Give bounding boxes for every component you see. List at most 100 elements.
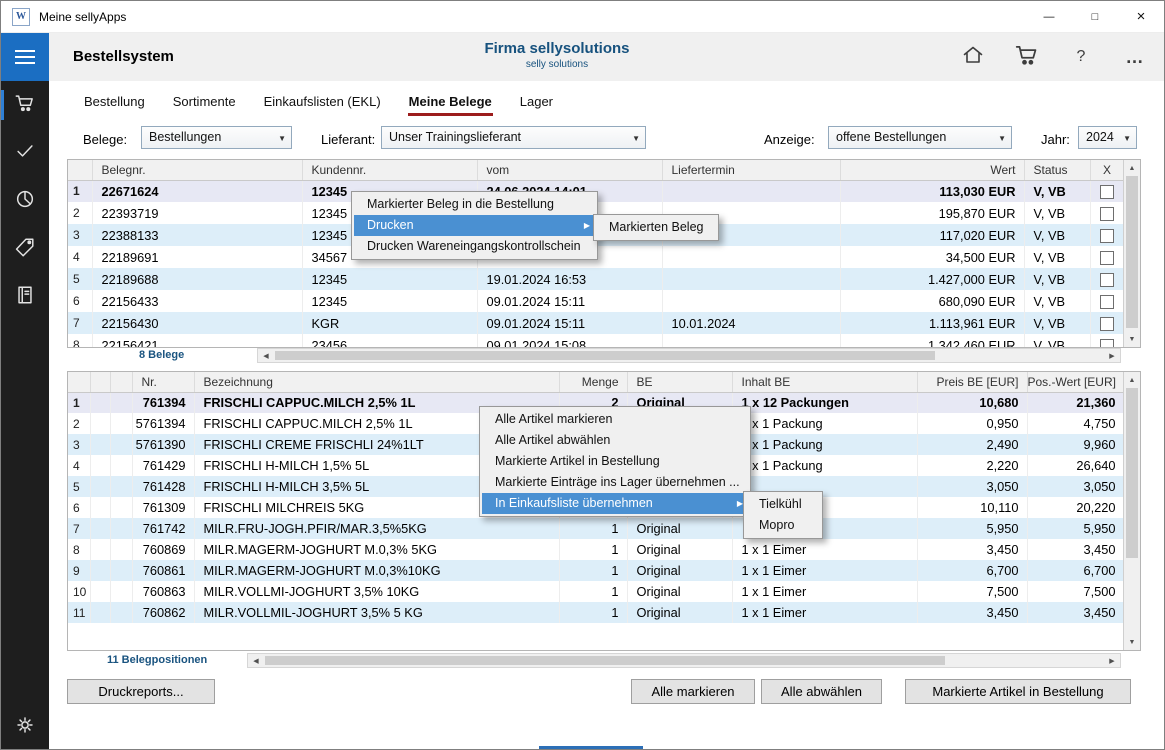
col-kundennr[interactable]: Kundennr. <box>302 160 477 180</box>
order-row[interactable]: 5 22189688 12345 19.01.2024 16:53 1.427,… <box>68 268 1123 290</box>
cell-nr: 761742 <box>132 518 194 539</box>
scroll-down-icon[interactable]: ▼ <box>1124 331 1140 347</box>
row-checkbox[interactable] <box>1100 185 1114 199</box>
ellipsis-icon: … <box>1126 47 1145 68</box>
cell-blank <box>110 539 132 560</box>
col-menge[interactable]: Menge <box>559 372 627 392</box>
cell-blank <box>110 476 132 497</box>
col-blank[interactable] <box>110 372 132 392</box>
col-status[interactable]: Status <box>1024 160 1090 180</box>
tab[interactable]: Lager <box>519 85 554 116</box>
maximize-button[interactable]: □ <box>1072 1 1118 33</box>
scrollbar-thumb[interactable] <box>265 656 945 665</box>
menu-item[interactable]: Markierten Beleg <box>596 217 716 238</box>
orders-vertical-scrollbar[interactable]: ▲ ▼ <box>1123 160 1140 347</box>
order-row[interactable]: 7 22156430 KGR 09.01.2024 15:11 10.01.20… <box>68 312 1123 334</box>
sidebar-item-bestellsystem[interactable] <box>1 81 49 129</box>
sidebar-item-statistics[interactable] <box>1 177 49 225</box>
menu-item[interactable]: Alle Artikel abwählen <box>482 430 748 451</box>
menu-item[interactable]: Alle Artikel markieren <box>482 409 748 430</box>
menu-item[interactable]: Drucken ▶ <box>354 215 595 236</box>
minimize-button[interactable]: — <box>1026 1 1072 33</box>
cart-button[interactable] <box>1000 33 1054 81</box>
tab[interactable]: Bestellung <box>83 85 146 116</box>
col-blank[interactable] <box>90 372 110 392</box>
col-pos-wert[interactable]: Pos.-Wert [EUR] <box>1027 372 1123 392</box>
scroll-left-icon[interactable]: ◀ <box>258 349 274 362</box>
tab-bar: Bestellung Sortimente Einkaufslisten (EKL)… <box>83 81 554 119</box>
menu-item[interactable]: Drucken Wareneingangskontrollschein <box>354 236 595 257</box>
home-button[interactable] <box>946 33 1000 81</box>
position-row[interactable]: 9 760861 MILR.MAGERM-JOGHURT M.0,3%10KG … <box>68 560 1123 581</box>
settings-gear-button[interactable] <box>1 705 49 749</box>
positions-horizontal-scrollbar[interactable]: ◀ ▶ <box>247 653 1121 668</box>
menu-item[interactable]: Mopro <box>746 515 820 536</box>
scrollbar-thumb[interactable] <box>1126 176 1138 328</box>
row-checkbox[interactable] <box>1100 273 1114 287</box>
col-bezeichnung[interactable]: Bezeichnung <box>194 372 559 392</box>
druckreports-button[interactable]: Druckreports... <box>67 679 215 704</box>
tab[interactable]: Meine Belege <box>408 85 493 116</box>
col-liefertermin[interactable]: Liefertermin <box>662 160 840 180</box>
col-vom[interactable]: vom <box>477 160 662 180</box>
position-row[interactable]: 8 760869 MILR.MAGERM-JOGHURT M.0,3% 5KG … <box>68 539 1123 560</box>
close-button[interactable]: × <box>1118 1 1164 33</box>
row-checkbox[interactable] <box>1100 251 1114 265</box>
tab[interactable]: Einkaufslisten (EKL) <box>263 85 382 116</box>
belege-dropdown[interactable]: Bestellungen ▼ <box>141 126 292 149</box>
alle-abwaehlen-button[interactable]: Alle abwählen <box>761 679 882 704</box>
scroll-up-icon[interactable]: ▲ <box>1124 372 1140 388</box>
scroll-up-icon[interactable]: ▲ <box>1124 160 1140 176</box>
jahr-dropdown[interactable]: 2024 ▼ <box>1078 126 1137 149</box>
col-inhalt-be[interactable]: Inhalt BE <box>732 372 917 392</box>
cell-be: Original <box>627 581 732 602</box>
help-button[interactable]: ? <box>1054 33 1108 81</box>
scroll-right-icon[interactable]: ▶ <box>1104 349 1120 362</box>
scroll-left-icon[interactable]: ◀ <box>248 654 264 667</box>
position-row[interactable]: 11 760862 MILR.VOLLMIL-JOGHURT 3,5% 5 KG… <box>68 602 1123 623</box>
menu-item[interactable]: In Einkaufsliste übernehmen ▶ <box>482 493 748 514</box>
sidebar-item-catalog[interactable] <box>1 273 49 321</box>
lieferant-dropdown[interactable]: Unser Trainingslieferant ▼ <box>381 126 646 149</box>
row-checkbox[interactable] <box>1100 207 1114 221</box>
positions-vertical-scrollbar[interactable]: ▲ ▼ <box>1123 372 1140 650</box>
col-rownum[interactable] <box>68 160 92 180</box>
more-options-button[interactable]: … <box>1108 33 1162 81</box>
col-x[interactable]: X <box>1090 160 1123 180</box>
anzeige-dropdown[interactable]: offene Bestellungen ▼ <box>828 126 1012 149</box>
row-number: 8 <box>68 539 90 560</box>
orders-horizontal-scrollbar[interactable]: ◀ ▶ <box>257 348 1121 363</box>
row-checkbox[interactable] <box>1100 339 1114 347</box>
tab[interactable]: Sortimente <box>172 85 237 116</box>
scrollbar-thumb[interactable] <box>1126 388 1138 558</box>
hamburger-menu-icon[interactable] <box>1 33 49 81</box>
markierte-artikel-in-bestellung-button[interactable]: Markierte Artikel in Bestellung <box>905 679 1131 704</box>
sidebar-item-tasks[interactable] <box>1 129 49 177</box>
cell-liefertermin <box>662 334 840 347</box>
scroll-right-icon[interactable]: ▶ <box>1104 654 1120 667</box>
col-preis-be[interactable]: Preis BE [EUR] <box>917 372 1027 392</box>
menu-item[interactable]: Tielkühl <box>746 494 820 515</box>
row-checkbox[interactable] <box>1100 229 1114 243</box>
orders-header-row: Belegnr. Kundennr. vom Liefertermin Wert… <box>68 160 1123 180</box>
scrollbar-thumb[interactable] <box>275 351 935 360</box>
menu-item[interactable]: Markierter Beleg in die Bestellung <box>354 194 595 215</box>
col-belegnr[interactable]: Belegnr. <box>92 160 302 180</box>
scroll-down-icon[interactable]: ▼ <box>1124 634 1140 650</box>
cell-preis-be: 2,220 <box>917 455 1027 476</box>
menu-item[interactable]: Markierte Artikel in Bestellung <box>482 451 748 472</box>
alle-markieren-button[interactable]: Alle markieren <box>631 679 755 704</box>
position-row[interactable]: 10 760863 MILR.VOLLMI-JOGHURT 3,5% 10KG … <box>68 581 1123 602</box>
order-row[interactable]: 8 22156421 23456 09.01.2024 15:08 1.342,… <box>68 334 1123 347</box>
col-wert[interactable]: Wert <box>840 160 1024 180</box>
col-nr[interactable]: Nr. <box>132 372 194 392</box>
menu-item[interactable]: Markierte Einträge ins Lager übernehmen … <box>482 472 748 493</box>
sidebar-item-prices[interactable] <box>1 225 49 273</box>
col-rownum[interactable] <box>68 372 90 392</box>
row-checkbox[interactable] <box>1100 295 1114 309</box>
position-row[interactable]: 7 761742 MILR.FRU-JOGH.PFIR/MAR.3,5%5KG … <box>68 518 1123 539</box>
row-checkbox[interactable] <box>1100 317 1114 331</box>
cell-preis-be: 3,450 <box>917 539 1027 560</box>
col-be[interactable]: BE <box>627 372 732 392</box>
order-row[interactable]: 6 22156433 12345 09.01.2024 15:11 680,09… <box>68 290 1123 312</box>
